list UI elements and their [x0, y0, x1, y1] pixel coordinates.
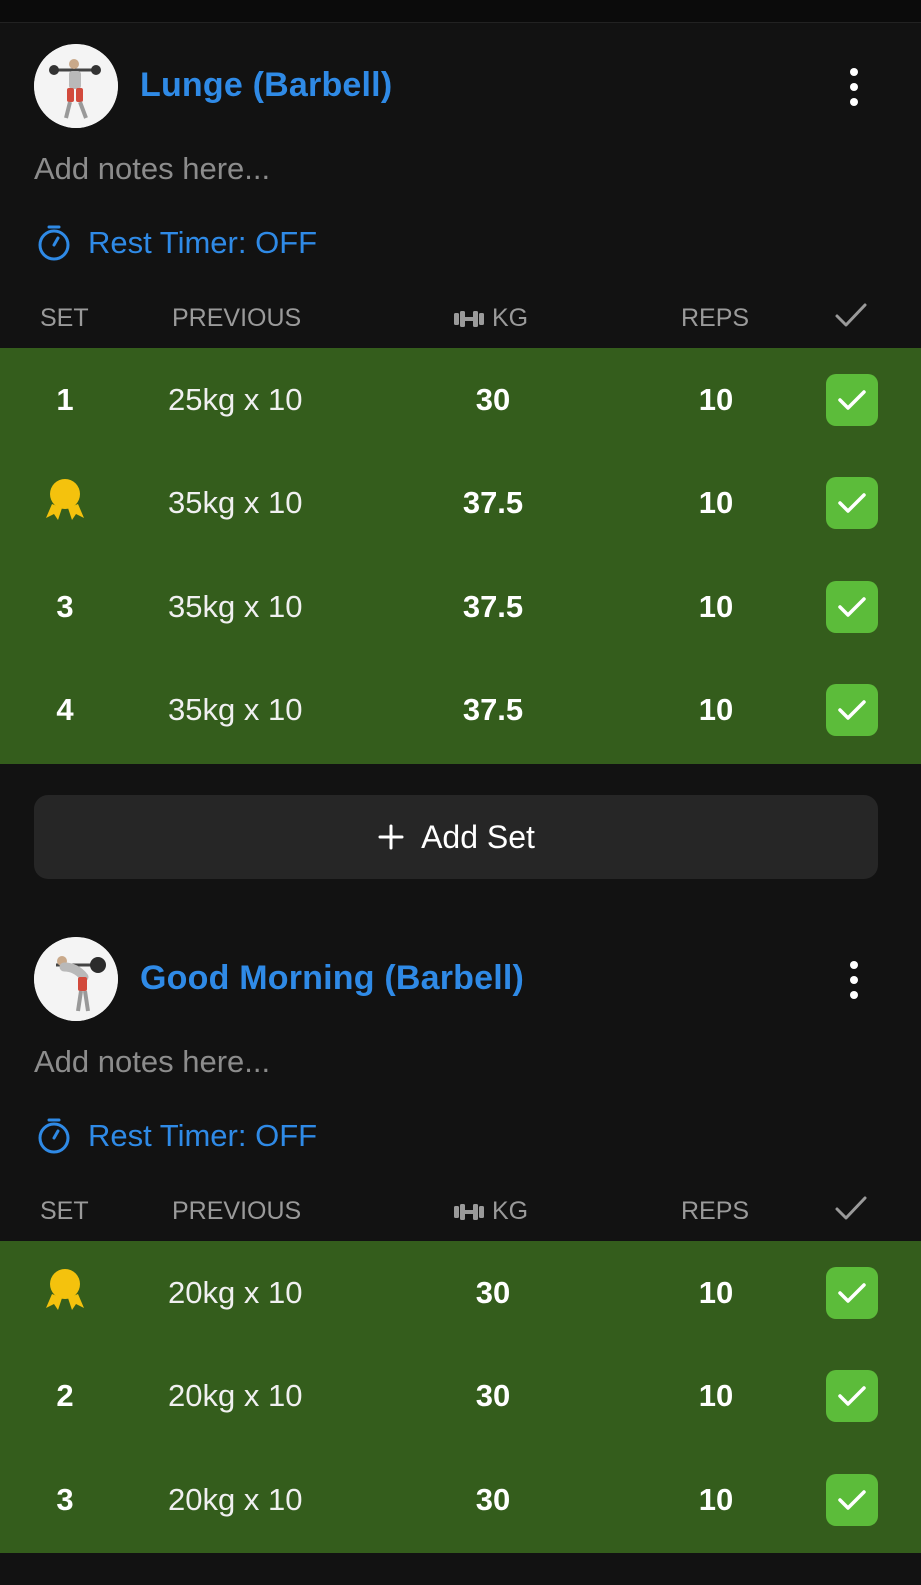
- checkmark-icon: [838, 597, 866, 617]
- exercise-title[interactable]: Lunge (Barbell): [140, 66, 392, 105]
- reps-input[interactable]: 10: [616, 1378, 816, 1414]
- previous-value[interactable]: 35kg x 10: [168, 485, 302, 521]
- set-number[interactable]: 3: [0, 589, 130, 625]
- previous-value[interactable]: 35kg x 10: [168, 692, 302, 728]
- kg-input[interactable]: 37.5: [393, 692, 593, 728]
- rest-timer-label: Rest Timer: OFF: [88, 1118, 318, 1153]
- checkmark-icon: [838, 1283, 866, 1303]
- exercise-thumbnail[interactable]: [34, 937, 118, 1021]
- more-options-icon[interactable]: [834, 62, 874, 112]
- column-complete-checkmark-icon: [833, 1193, 869, 1223]
- sets-column-header: SET PREVIOUS KG REPS: [0, 294, 921, 344]
- column-set: SET: [40, 304, 89, 332]
- set-row: 20kg x 10 30 10: [0, 1241, 921, 1345]
- dumbbell-icon: [454, 1203, 484, 1220]
- exercise-thumbnail[interactable]: [34, 44, 118, 128]
- kg-input[interactable]: 37.5: [393, 485, 593, 521]
- set-row: 1 25kg x 10 30 10: [0, 348, 921, 452]
- personal-record-medal-icon: [42, 476, 88, 522]
- exercise-title[interactable]: Good Morning (Barbell): [140, 959, 524, 998]
- exercise-card-good-morning: Good Morning (Barbell) Rest Timer: OFF S…: [0, 937, 921, 1557]
- set-complete-checkbox[interactable]: [826, 373, 878, 426]
- rest-timer-label: Rest Timer: OFF: [88, 225, 318, 260]
- reps-input[interactable]: 10: [616, 589, 816, 625]
- exercise-card-lunge: Lunge (Barbell) Rest Timer: OFF SET PREV…: [0, 44, 921, 894]
- reps-input[interactable]: 10: [616, 382, 816, 418]
- reps-input[interactable]: 10: [616, 1275, 816, 1311]
- exercise-header: Good Morning (Barbell): [0, 937, 921, 1027]
- set-number[interactable]: 1: [0, 382, 130, 418]
- checkmark-icon: [838, 390, 866, 410]
- set-row: 3 20kg x 10 30 10: [0, 1448, 921, 1552]
- stopwatch-icon: [38, 1118, 70, 1154]
- sets-table: 20kg x 10 30 10 2 20kg x 10 30 10 3 20kg…: [0, 1241, 921, 1553]
- notes-input[interactable]: [34, 1037, 874, 1087]
- column-kg-label: KG: [492, 304, 529, 332]
- kg-input[interactable]: 37.5: [393, 589, 593, 625]
- reps-input[interactable]: 10: [616, 1482, 816, 1518]
- column-previous: PREVIOUS: [172, 1197, 302, 1225]
- set-complete-checkbox[interactable]: [826, 477, 878, 530]
- kg-input[interactable]: 30: [393, 1275, 593, 1311]
- bottom-edge: [0, 1555, 921, 1585]
- checkmark-icon: [838, 1386, 866, 1406]
- set-complete-checkbox[interactable]: [826, 1370, 878, 1423]
- column-reps: REPS: [681, 1197, 750, 1225]
- rest-timer-button[interactable]: Rest Timer: OFF: [36, 224, 317, 262]
- set-complete-checkbox[interactable]: [826, 684, 878, 737]
- set-complete-checkbox[interactable]: [826, 580, 878, 633]
- previous-value[interactable]: 25kg x 10: [168, 382, 302, 418]
- set-complete-checkbox[interactable]: [826, 1266, 878, 1319]
- set-number[interactable]: 4: [0, 692, 130, 728]
- more-options-icon[interactable]: [834, 955, 874, 1005]
- column-kg-label: KG: [492, 1197, 529, 1225]
- add-set-button[interactable]: Add Set: [34, 795, 878, 879]
- kg-input[interactable]: 30: [393, 1378, 593, 1414]
- set-row: 2 20kg x 10 30 10: [0, 1345, 921, 1449]
- personal-record-medal-icon: [42, 1266, 88, 1312]
- kg-input[interactable]: 30: [393, 382, 593, 418]
- reps-input[interactable]: 10: [616, 485, 816, 521]
- set-complete-checkbox[interactable]: [826, 1473, 878, 1526]
- column-kg: KG: [452, 304, 528, 333]
- checkmark-icon: [838, 493, 866, 513]
- column-reps: REPS: [681, 304, 750, 332]
- set-number[interactable]: [0, 1266, 130, 1320]
- column-previous: PREVIOUS: [172, 304, 302, 332]
- previous-value[interactable]: 20kg x 10: [168, 1482, 302, 1518]
- column-complete-checkmark-icon: [833, 300, 869, 330]
- checkmark-icon: [838, 1490, 866, 1510]
- set-number[interactable]: 2: [0, 1378, 130, 1414]
- reps-input[interactable]: 10: [616, 692, 816, 728]
- previous-value[interactable]: 20kg x 10: [168, 1378, 302, 1414]
- previous-value[interactable]: 35kg x 10: [168, 589, 302, 625]
- top-bar: [0, 0, 921, 23]
- set-row: 4 35kg x 10 37.5 10: [0, 659, 921, 763]
- exercise-header: Lunge (Barbell): [0, 44, 921, 134]
- lunge-figure-icon: [34, 44, 118, 128]
- set-number[interactable]: 3: [0, 1482, 130, 1518]
- sets-table: 1 25kg x 10 30 10 35kg x 10 37.5 10 3 35…: [0, 348, 921, 764]
- good-morning-figure-icon: [34, 937, 118, 1021]
- set-row: 3 35kg x 10 37.5 10: [0, 555, 921, 659]
- notes-input[interactable]: [34, 144, 874, 194]
- kg-input[interactable]: 30: [393, 1482, 593, 1518]
- dumbbell-icon: [454, 310, 484, 327]
- sets-column-header: SET PREVIOUS KG REPS: [0, 1187, 921, 1237]
- column-kg: KG: [452, 1197, 528, 1226]
- checkmark-icon: [838, 700, 866, 720]
- stopwatch-icon: [38, 225, 70, 261]
- previous-value[interactable]: 20kg x 10: [168, 1275, 302, 1311]
- plus-icon: [378, 824, 404, 850]
- set-number[interactable]: [0, 476, 130, 530]
- set-row: 35kg x 10 37.5 10: [0, 452, 921, 556]
- rest-timer-button[interactable]: Rest Timer: OFF: [36, 1117, 317, 1155]
- add-set-label: Add Set: [421, 818, 535, 855]
- column-set: SET: [40, 1197, 89, 1225]
